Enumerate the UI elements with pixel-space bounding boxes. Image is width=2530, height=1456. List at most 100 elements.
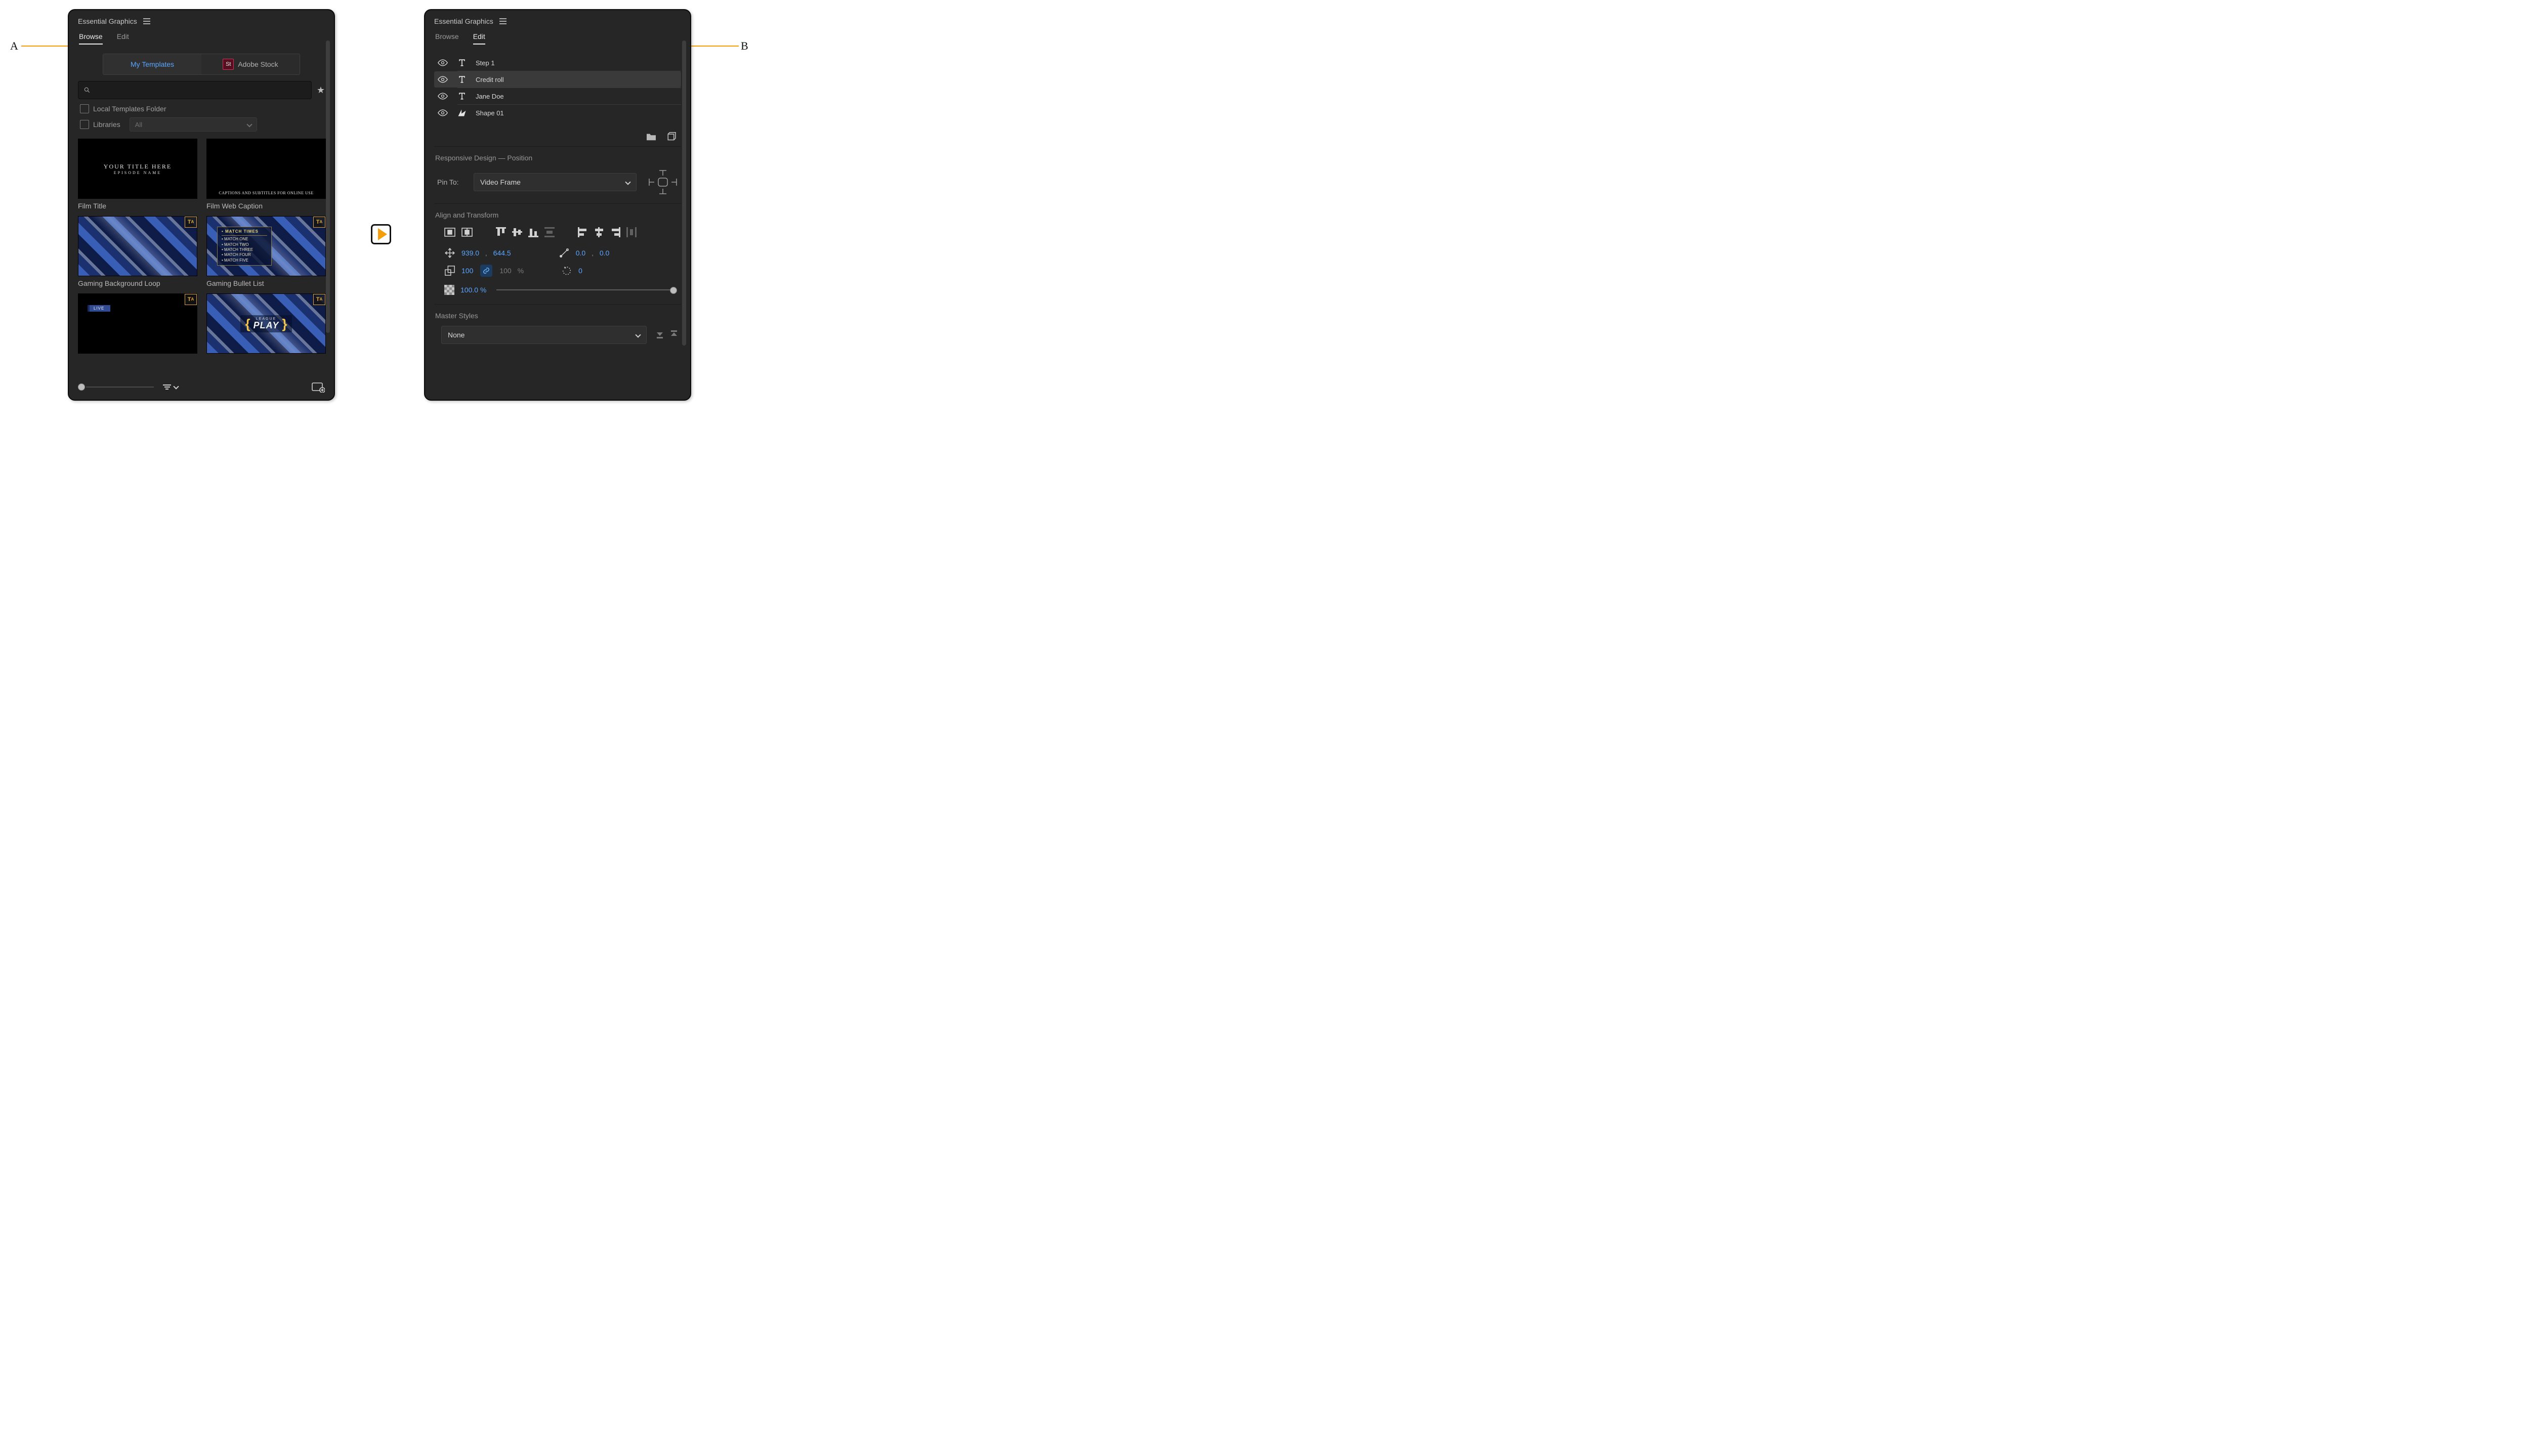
layer-name: Jane Doe: [476, 93, 504, 100]
template-card-gaming-bullet-list[interactable]: TA MATCH TIMES MATCH ONE MATCH TWO MATCH…: [206, 216, 325, 287]
responsive-design-section: Responsive Design — Position Pin To: Vid…: [434, 146, 681, 203]
template-card-film-title[interactable]: YOUR TITLE HERE EPISODE NAME Film Title: [78, 139, 196, 210]
libraries-dropdown[interactable]: All: [130, 117, 257, 132]
visibility-eye-icon[interactable]: [437, 93, 448, 100]
panel-title: Essential Graphics: [78, 17, 137, 25]
tab-browse[interactable]: Browse: [435, 32, 459, 45]
push-up-arrow-icon[interactable]: [670, 330, 678, 340]
thumb-bullet-item: MATCH TWO: [222, 242, 267, 247]
template-source-segment: My Templates St Adobe Stock: [103, 54, 300, 75]
align-left-icon[interactable]: [578, 227, 588, 237]
local-folder-label: Local Templates Folder: [93, 105, 166, 113]
template-thumbnail: TA { LEAGUE PLAY }: [206, 293, 326, 354]
section-title: Responsive Design — Position: [434, 154, 681, 162]
tab-edit[interactable]: Edit: [117, 32, 129, 45]
layer-row[interactable]: Shape 01: [434, 105, 681, 121]
thumbnail-size-slider[interactable]: [78, 383, 154, 391]
scale-unit: %: [518, 267, 524, 275]
align-transform-section: Align and Transform: [434, 203, 681, 304]
scale-link-toggle[interactable]: [480, 265, 492, 277]
align-bottom-icon[interactable]: [528, 227, 538, 237]
section-title: Align and Transform: [434, 211, 681, 219]
opacity-value[interactable]: 100.0 %: [460, 286, 486, 294]
thumb-bullet-box: MATCH TIMES MATCH ONE MATCH TWO MATCH TH…: [217, 227, 272, 266]
template-card-gaming-bg-loop[interactable]: TA Gaming Background Loop: [78, 216, 196, 287]
scale-icon: [444, 265, 455, 276]
align-hcenter-icon[interactable]: [594, 227, 604, 237]
chevron-down-icon: [246, 121, 252, 127]
template-thumbnail: Captions and Subtitles for online use: [206, 139, 326, 199]
thumb-title-line2: EPISODE NAME: [104, 170, 172, 175]
master-styles-section: Master Styles None: [434, 304, 681, 356]
align-center-h-icon[interactable]: [444, 228, 455, 237]
scrollbar[interactable]: [682, 40, 686, 365]
mogrt-badge-icon: TA: [313, 294, 325, 305]
template-card-film-web-caption[interactable]: Captions and Subtitles for online use Fi…: [206, 139, 325, 210]
libraries-label: Libraries: [93, 120, 120, 129]
rotation-value[interactable]: 0: [578, 267, 582, 275]
layer-row[interactable]: Jane Doe: [434, 88, 681, 104]
distribute-v-icon[interactable]: [544, 227, 555, 237]
layer-row[interactable]: Credit roll: [434, 71, 681, 88]
new-layer-icon[interactable]: [666, 132, 676, 141]
layer-name: Step 1: [476, 59, 495, 67]
master-style-dropdown[interactable]: None: [441, 326, 647, 344]
panel-menu-icon[interactable]: [498, 17, 508, 25]
favorites-star-icon[interactable]: ★: [317, 85, 325, 96]
thumb-bullet-item: MATCH ONE: [222, 237, 267, 242]
chevron-down-icon: [173, 383, 179, 389]
pin-to-value: Video Frame: [480, 178, 521, 186]
thumb-caption-text: Captions and Subtitles for online use: [207, 191, 325, 195]
adobe-stock-badge-icon: St: [223, 59, 234, 70]
tab-browse[interactable]: Browse: [79, 32, 103, 45]
opacity-slider[interactable]: [496, 289, 674, 290]
layer-name: Credit roll: [476, 76, 504, 83]
text-layer-icon: [455, 58, 469, 68]
local-folder-checkbox[interactable]: [80, 104, 89, 113]
mogrt-badge-icon: TA: [185, 217, 197, 228]
anchor-x-value[interactable]: 0.0: [576, 249, 585, 257]
rotation-icon: [561, 265, 572, 276]
thumb-live-pill: LIVE: [88, 305, 110, 312]
essential-graphics-browse-panel: Essential Graphics Browse Edit My Templa…: [68, 9, 335, 401]
visibility-eye-icon[interactable]: [437, 76, 448, 83]
align-right-icon[interactable]: [610, 227, 620, 237]
position-y-value[interactable]: 644.5: [493, 249, 511, 257]
new-item-button[interactable]: [312, 381, 325, 393]
thumb-bullet-header: MATCH TIMES: [222, 229, 267, 236]
annotation-a-label: A: [10, 39, 18, 53]
scrollbar[interactable]: [326, 40, 330, 365]
new-group-icon[interactable]: [646, 132, 657, 141]
align-vcenter-icon[interactable]: [512, 227, 522, 237]
scale-w-value[interactable]: 100: [461, 267, 473, 275]
segment-adobe-stock-label: Adobe Stock: [238, 60, 278, 68]
sort-button[interactable]: [163, 384, 178, 390]
template-label: Film Title: [78, 202, 196, 210]
push-down-arrow-icon[interactable]: [656, 330, 664, 340]
anchor-y-value[interactable]: 0.0: [600, 249, 609, 257]
tab-edit[interactable]: Edit: [473, 32, 485, 45]
template-label: Gaming Bullet List: [206, 279, 325, 287]
libraries-checkbox[interactable]: [80, 120, 89, 129]
visibility-eye-icon[interactable]: [437, 59, 448, 66]
pin-pad-control[interactable]: [645, 168, 681, 196]
align-center-v-icon[interactable]: [461, 228, 473, 237]
distribute-h-icon[interactable]: [626, 227, 637, 237]
layer-row[interactable]: Step 1: [434, 55, 681, 71]
scrollbar-thumb[interactable]: [682, 40, 686, 346]
align-top-icon[interactable]: [496, 227, 506, 237]
position-x-value[interactable]: 939.0: [461, 249, 479, 257]
template-card-league-play[interactable]: TA { LEAGUE PLAY }: [206, 293, 325, 354]
chevron-down-icon: [625, 179, 630, 185]
segment-my-templates[interactable]: My Templates: [103, 54, 201, 74]
segment-adobe-stock[interactable]: St Adobe Stock: [201, 54, 300, 74]
position-icon: [444, 247, 455, 259]
template-thumbnail: TA MATCH TIMES MATCH ONE MATCH TWO MATCH…: [206, 216, 326, 276]
visibility-eye-icon[interactable]: [437, 109, 448, 116]
scrollbar-thumb[interactable]: [326, 40, 330, 333]
panel-menu-icon[interactable]: [142, 17, 151, 25]
layer-list: Step 1 Credit roll: [434, 55, 681, 121]
template-card-gaming-live[interactable]: TA LIVE: [78, 293, 196, 354]
pin-to-dropdown[interactable]: Video Frame: [474, 173, 637, 191]
search-input[interactable]: [78, 81, 312, 99]
